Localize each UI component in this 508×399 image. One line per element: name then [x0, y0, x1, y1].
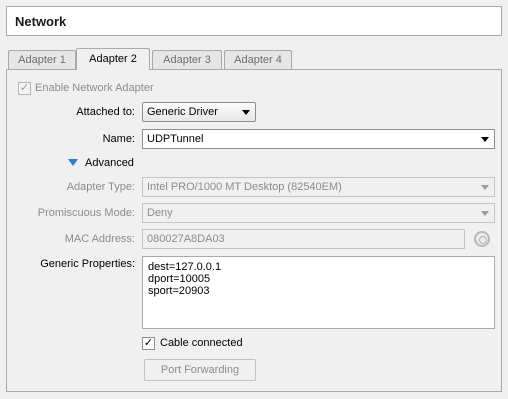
tab-adapter-1[interactable]: Adapter 1	[8, 50, 76, 69]
mac-address-field[interactable]: 080027A8DA03	[142, 229, 465, 249]
adapter-type-label: Adapter Type:	[66, 181, 135, 193]
section-title: Network	[15, 14, 67, 29]
chevron-down-icon	[481, 185, 489, 190]
refresh-mac-icon[interactable]	[474, 231, 490, 247]
adapter-panel: ✓ Enable Network Adapter Attached to: Ge…	[6, 69, 502, 392]
attached-to-label: Attached to:	[76, 106, 135, 118]
chevron-down-icon	[481, 137, 489, 142]
generic-properties-label: Generic Properties:	[40, 258, 135, 270]
attached-to-select[interactable]: Generic Driver	[142, 102, 256, 122]
chevron-down-icon	[242, 110, 250, 115]
adapter-type-value: Intel PRO/1000 MT Desktop (82540EM)	[147, 181, 342, 193]
section-header: Network	[6, 6, 502, 36]
property-line: dport=10005	[148, 273, 211, 285]
advanced-expand-icon[interactable]	[68, 159, 78, 166]
adapter-type-select[interactable]: Intel PRO/1000 MT Desktop (82540EM)	[142, 177, 495, 197]
attached-to-value: Generic Driver	[147, 106, 218, 118]
mac-address-label: MAC Address:	[64, 233, 135, 245]
advanced-toggle[interactable]: Advanced	[85, 157, 134, 169]
name-label: Name:	[102, 133, 135, 145]
promiscuous-mode-select[interactable]: Deny	[142, 203, 495, 223]
property-line: dest=127.0.0.1	[148, 261, 222, 273]
promiscuous-mode-label: Promiscuous Mode:	[37, 207, 135, 219]
name-value: UDPTunnel	[147, 133, 204, 145]
tab-adapter-3[interactable]: Adapter 3	[152, 50, 222, 69]
name-select[interactable]: UDPTunnel	[142, 129, 495, 149]
property-line: sport=20903	[148, 285, 210, 297]
enable-adapter-label: Enable Network Adapter	[35, 82, 154, 94]
tab-adapter-4[interactable]: Adapter 4	[224, 50, 292, 69]
chevron-down-icon	[481, 211, 489, 216]
enable-adapter-checkbox[interactable]: ✓	[18, 82, 31, 95]
port-forwarding-button[interactable]: Port Forwarding	[144, 359, 256, 381]
cable-connected-label: Cable connected	[160, 337, 243, 349]
generic-properties-textarea[interactable]: dest=127.0.0.1 dport=10005 sport=20903	[142, 256, 495, 329]
cable-connected-checkbox[interactable]: ✓	[142, 337, 155, 350]
promiscuous-mode-value: Deny	[147, 207, 173, 219]
tab-adapter-2[interactable]: Adapter 2	[76, 48, 150, 70]
